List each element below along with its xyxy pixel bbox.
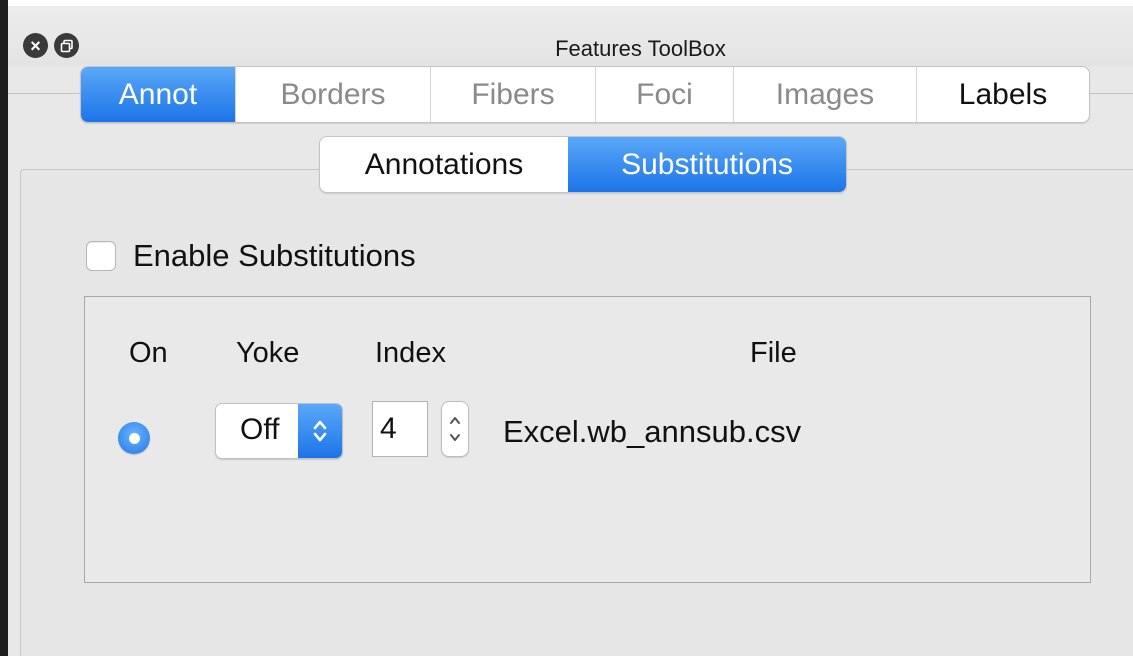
radio-selected-dot [128,432,140,444]
stepper-arrows-icon [450,417,460,441]
column-header-file: File [750,337,797,369]
tab-annot[interactable]: Annot [81,67,236,122]
tab-labels[interactable]: Labels [917,67,1089,122]
on-radio-button[interactable] [118,422,150,454]
yoke-select-value: Off [240,413,280,446]
column-header-index: Index [375,337,446,369]
tab-annotations[interactable]: Annotations [320,137,568,192]
features-toolbox-window: × Features ToolBox Annot Borders Fibers … [8,6,1133,656]
window-title: Features ToolBox [555,36,726,61]
yoke-select[interactable]: Off [215,403,343,459]
index-spinbox[interactable]: 4 [372,401,428,457]
tab-borders[interactable]: Borders [236,67,431,122]
window-edge [0,0,8,656]
tab-substitutions[interactable]: Substitutions [568,137,846,192]
enable-substitutions-row: Enable Substitutions [86,238,416,274]
tab-images[interactable]: Images [734,67,917,122]
sub-tab-bar: Annotations Substitutions [319,136,847,193]
column-header-yoke: Yoke [236,337,300,369]
index-stepper[interactable] [441,401,469,457]
tab-fibers[interactable]: Fibers [431,67,596,122]
title-bar[interactable]: × Features ToolBox [8,6,1133,66]
enable-substitutions-label[interactable]: Enable Substitutions [133,238,416,274]
tab-foci[interactable]: Foci [596,67,734,122]
updown-arrows-icon [298,404,342,458]
main-tab-bar: Annot Borders Fibers Foci Images Labels [80,66,1090,123]
file-name-label: Excel.wb_annsub.csv [503,414,802,449]
column-header-on: On [129,337,168,369]
index-value: 4 [380,412,397,445]
enable-substitutions-checkbox[interactable] [86,241,116,271]
substitutions-group: On Yoke Index File Off 4 Excel.wb_annsub… [84,296,1091,583]
